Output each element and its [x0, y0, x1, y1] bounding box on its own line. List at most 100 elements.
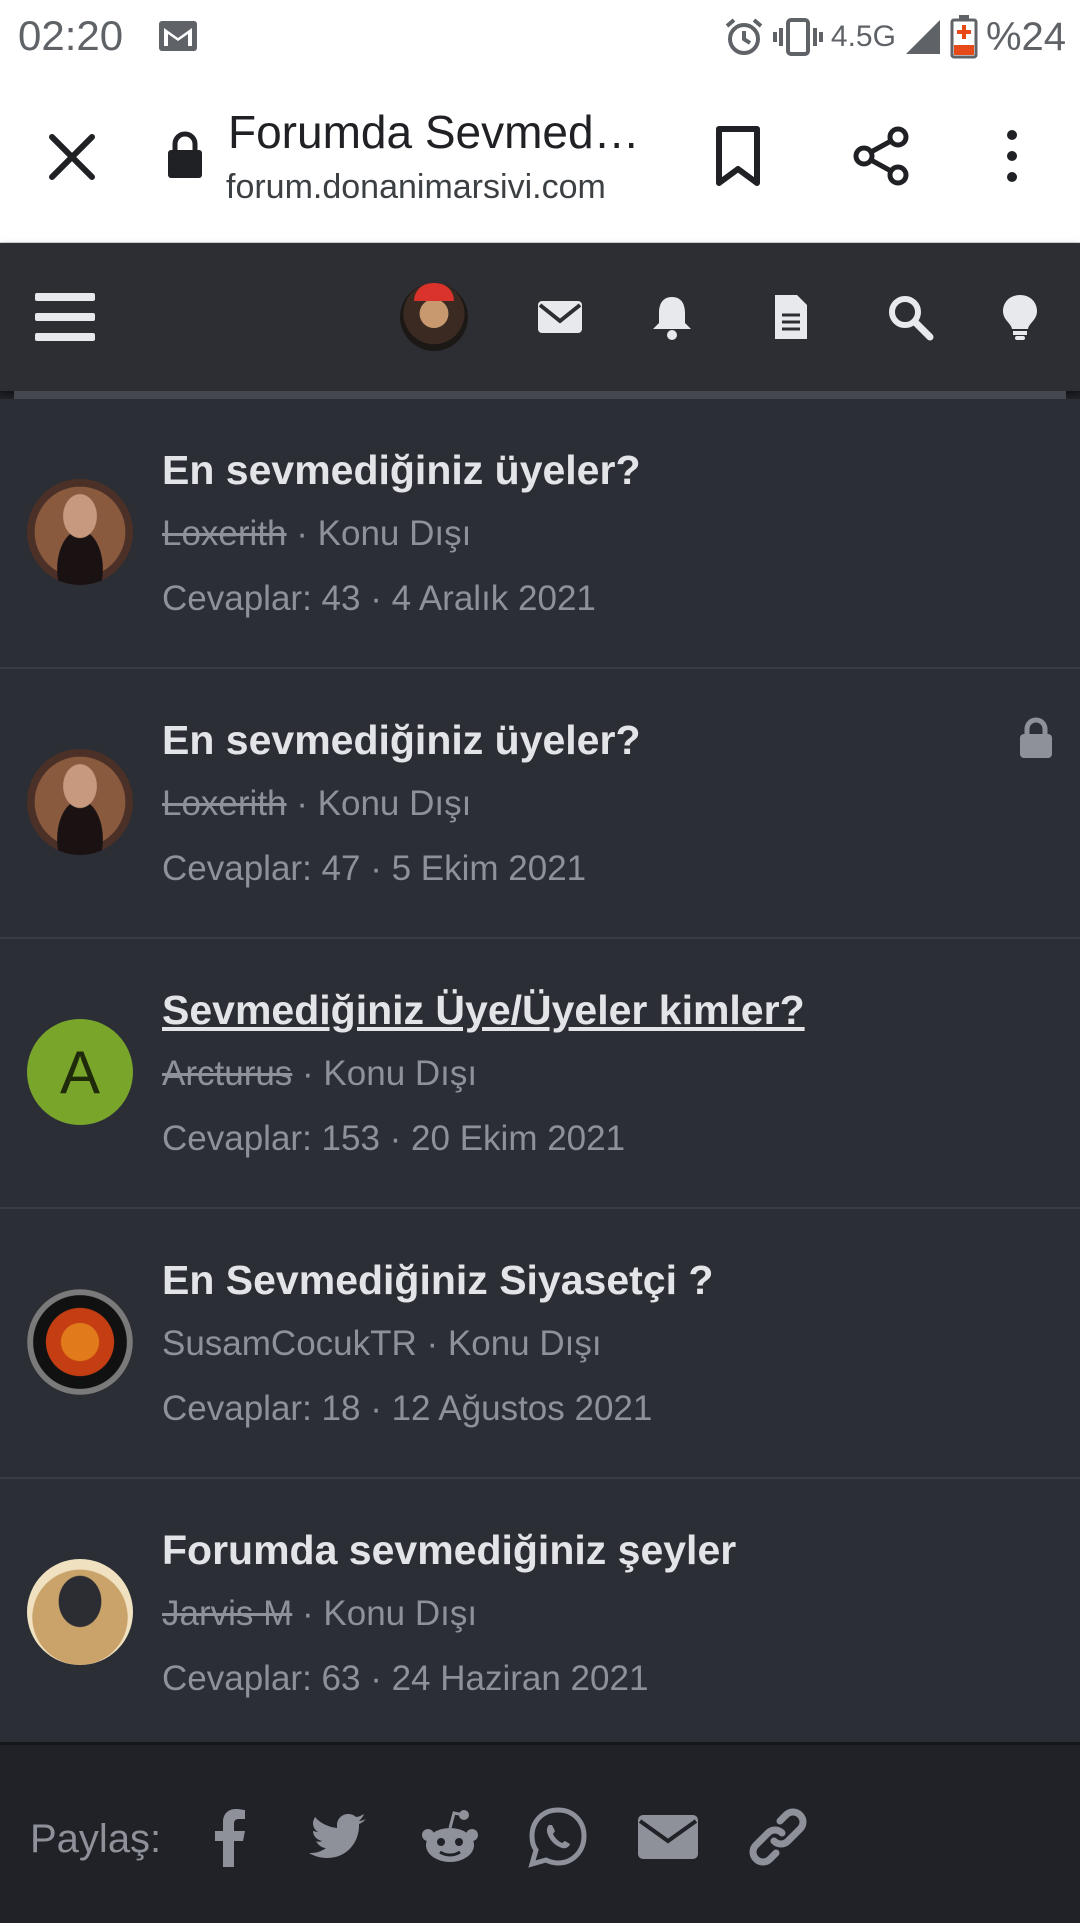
- reply-count: 153: [321, 1119, 380, 1158]
- thread-date: 5 Ekim 2021: [391, 849, 587, 888]
- thread-author[interactable]: Loxerith: [162, 514, 287, 553]
- inbox-icon[interactable]: [536, 293, 584, 341]
- thread-author[interactable]: Arcturus: [162, 1054, 292, 1093]
- meta-separator: ·: [292, 1054, 324, 1093]
- thread-forum[interactable]: Konu Dışı: [323, 1594, 477, 1633]
- lock-icon: [168, 131, 202, 178]
- thread-date: 24 Haziran 2021: [391, 1659, 649, 1698]
- thread-forum[interactable]: Konu Dışı: [323, 1054, 477, 1093]
- meta-separator: ·: [360, 1389, 392, 1428]
- thread-item[interactable]: En sevmediğiniz üyeler? Loxerith · Konu D…: [0, 669, 1080, 939]
- thread-meta: Jarvis M · Konu Dışı: [162, 1594, 477, 1634]
- share-label: Paylaş:: [30, 1817, 162, 1861]
- close-icon[interactable]: [42, 127, 102, 187]
- email-icon[interactable]: [636, 1805, 700, 1869]
- whatsapp-icon[interactable]: [526, 1805, 590, 1869]
- meta-separator: ·: [286, 784, 318, 823]
- thread-item[interactable]: Forumda sevmediğiniz şeyler Jarvis M · Ko…: [0, 1479, 1080, 1749]
- thread-title[interactable]: Sevmediğiniz Üye/Üyeler kimler?: [162, 987, 805, 1034]
- thread-date: 20 Ekim 2021: [411, 1119, 626, 1158]
- thread-stats: Cevaplar: 63 · 24 Haziran 2021: [162, 1659, 648, 1699]
- thread-date: 4 Aralık 2021: [391, 579, 596, 618]
- replies-label: Cevaplar:: [162, 1659, 312, 1698]
- status-bar: 02:20 4.5G %24: [0, 0, 1080, 75]
- alarm-icon: [725, 18, 763, 55]
- reddit-icon[interactable]: [418, 1805, 482, 1869]
- thread-forum[interactable]: Konu Dışı: [318, 784, 472, 823]
- user-avatar[interactable]: [400, 283, 468, 351]
- meta-separator: ·: [360, 579, 392, 618]
- meta-separator: ·: [292, 1594, 324, 1633]
- thread-date: 12 Ağustos 2021: [391, 1389, 653, 1428]
- author-avatar[interactable]: [27, 479, 133, 585]
- meta-separator: ·: [416, 1324, 448, 1363]
- page-title[interactable]: Forumda Sevmed…: [228, 105, 640, 159]
- more-options-icon[interactable]: [1000, 125, 1024, 187]
- thread-author[interactable]: SusamCocukTR: [162, 1324, 417, 1363]
- thread-stats: Cevaplar: 47 · 5 Ekim 2021: [162, 849, 586, 889]
- reply-count: 63: [321, 1659, 361, 1698]
- thread-meta: Loxerith · Konu Dışı: [162, 514, 471, 554]
- thread-title[interactable]: En sevmediğiniz üyeler?: [162, 717, 641, 764]
- twitter-icon[interactable]: [306, 1805, 370, 1869]
- author-avatar[interactable]: [27, 749, 133, 855]
- document-icon[interactable]: [767, 293, 815, 341]
- share-icon[interactable]: [852, 125, 912, 187]
- forum-navbar: [0, 243, 1080, 391]
- share-bar: Paylaş:: [0, 1742, 1080, 1923]
- thread-item[interactable]: En Sevmediğiniz Siyasetçi ? SusamCocukTR …: [0, 1209, 1080, 1479]
- battery-icon: [950, 15, 978, 59]
- browser-toolbar: Forumda Sevmed… forum.donanimarsivi.com: [0, 75, 1080, 243]
- thread-item[interactable]: En sevmediğiniz üyeler? Loxerith · Konu D…: [0, 399, 1080, 669]
- thread-stats: Cevaplar: 153 · 20 Ekim 2021: [162, 1119, 625, 1159]
- vibrate-icon: [772, 18, 823, 56]
- lock-icon: [1020, 717, 1052, 758]
- url-host[interactable]: forum.donanimarsivi.com: [226, 168, 606, 207]
- replies-label: Cevaplar:: [162, 1119, 312, 1158]
- thread-list: En sevmediğiniz üyeler? Loxerith · Konu D…: [0, 399, 1080, 1749]
- signal-icon: [905, 20, 940, 54]
- meta-separator: ·: [360, 1659, 392, 1698]
- replies-label: Cevaplar:: [162, 849, 312, 888]
- replies-label: Cevaplar:: [162, 1389, 312, 1428]
- gmail-icon: [159, 21, 197, 51]
- author-avatar[interactable]: A: [27, 1019, 133, 1125]
- reply-count: 43: [321, 579, 361, 618]
- thread-forum[interactable]: Konu Dışı: [448, 1324, 602, 1363]
- status-time: 02:20: [18, 12, 124, 59]
- bell-icon[interactable]: [648, 293, 696, 341]
- thread-meta: Loxerith · Konu Dışı: [162, 784, 471, 824]
- thread-author[interactable]: Loxerith: [162, 784, 287, 823]
- menu-icon[interactable]: [35, 291, 95, 343]
- link-icon[interactable]: [746, 1805, 810, 1869]
- thread-title[interactable]: En sevmediğiniz üyeler?: [162, 447, 641, 494]
- thread-author[interactable]: Jarvis M: [162, 1594, 292, 1633]
- meta-separator: ·: [360, 849, 392, 888]
- meta-separator: ·: [286, 514, 318, 553]
- reply-count: 18: [321, 1389, 361, 1428]
- thread-meta: Arcturus · Konu Dışı: [162, 1054, 477, 1094]
- meta-separator: ·: [379, 1119, 412, 1158]
- network-type: 4.5G: [830, 20, 896, 53]
- reply-count: 47: [321, 849, 361, 888]
- thread-stats: Cevaplar: 18 · 12 Ağustos 2021: [162, 1389, 652, 1429]
- battery-level: %24: [985, 14, 1066, 59]
- nav-shadow-strip: [14, 391, 1066, 399]
- author-avatar[interactable]: [27, 1559, 133, 1665]
- thread-forum[interactable]: Konu Dışı: [318, 514, 472, 553]
- author-avatar[interactable]: [27, 1289, 133, 1395]
- thread-item[interactable]: A Sevmediğiniz Üye/Üyeler kimler? Arcturus…: [0, 939, 1080, 1209]
- replies-label: Cevaplar:: [162, 579, 312, 618]
- thread-title[interactable]: En Sevmediğiniz Siyasetçi ?: [162, 1257, 713, 1304]
- facebook-icon[interactable]: [198, 1805, 262, 1869]
- search-icon[interactable]: [886, 293, 934, 341]
- thread-title[interactable]: Forumda sevmediğiniz şeyler: [162, 1527, 736, 1574]
- bookmark-icon[interactable]: [713, 125, 763, 187]
- lightbulb-icon[interactable]: [996, 293, 1044, 341]
- thread-stats: Cevaplar: 43 · 4 Aralık 2021: [162, 579, 596, 619]
